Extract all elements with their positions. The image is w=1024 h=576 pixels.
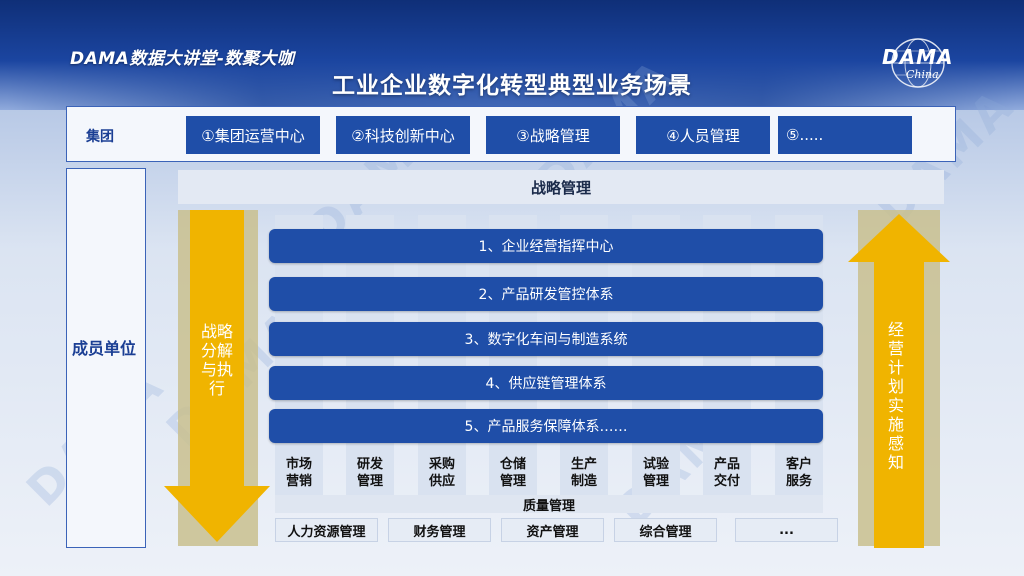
logo-word: DAMA [882, 45, 954, 69]
group-item-personnel-management: ④人员管理 [636, 116, 770, 154]
column-label: 研发 管理 [356, 457, 383, 489]
member-units-label: 成员单位 [72, 339, 137, 358]
quality-management-bar: 质量管理 [275, 495, 823, 514]
system-bar-supply-chain: 4、供应链管理体系 [269, 366, 823, 400]
system-bar-digital-workshop: 3、数字化车间与制造系统 [269, 322, 823, 356]
strategy-bar: 战略管理 [178, 170, 944, 204]
column-label: 客户 服务 [785, 457, 812, 489]
group-item-strategy-management: ③战略管理 [486, 116, 620, 154]
group-item-tech-innovation-center: ②科技创新中心 [336, 116, 470, 154]
bottom-item-hr: 人力资源管理 [275, 518, 378, 542]
column-label: 仓储 管理 [499, 457, 526, 489]
column-label: 产品 交付 [713, 457, 740, 489]
logo-sub: China [906, 68, 939, 81]
group-item-operations-center: ①集团运营中心 [186, 116, 320, 154]
right-arrow-label: 经营计划实施感知 [887, 320, 904, 472]
system-bar-rd-control: 2、产品研发管控体系 [269, 277, 823, 311]
left-arrow-label: 战略分解与执行 [200, 322, 233, 398]
system-bar-service-support: 5、产品服务保障体系…… [269, 409, 823, 443]
group-label: 集团 [86, 129, 114, 145]
column-label: 市场 营销 [285, 457, 312, 489]
bottom-item-finance: 财务管理 [388, 518, 491, 542]
page-title: 工业企业数字化转型典型业务场景 [332, 73, 692, 99]
system-bar-operations-command: 1、企业经营指挥中心 [269, 229, 823, 263]
column-label: 生产 制造 [570, 457, 597, 489]
group-item-more: ⑤..... [778, 116, 912, 154]
bottom-item-general: 综合管理 [614, 518, 717, 542]
column-label: 试验 管理 [642, 457, 669, 489]
column-label: 采购 供应 [428, 457, 455, 489]
bottom-item-assets: 资产管理 [501, 518, 604, 542]
bottom-item-more: ... [735, 518, 838, 542]
